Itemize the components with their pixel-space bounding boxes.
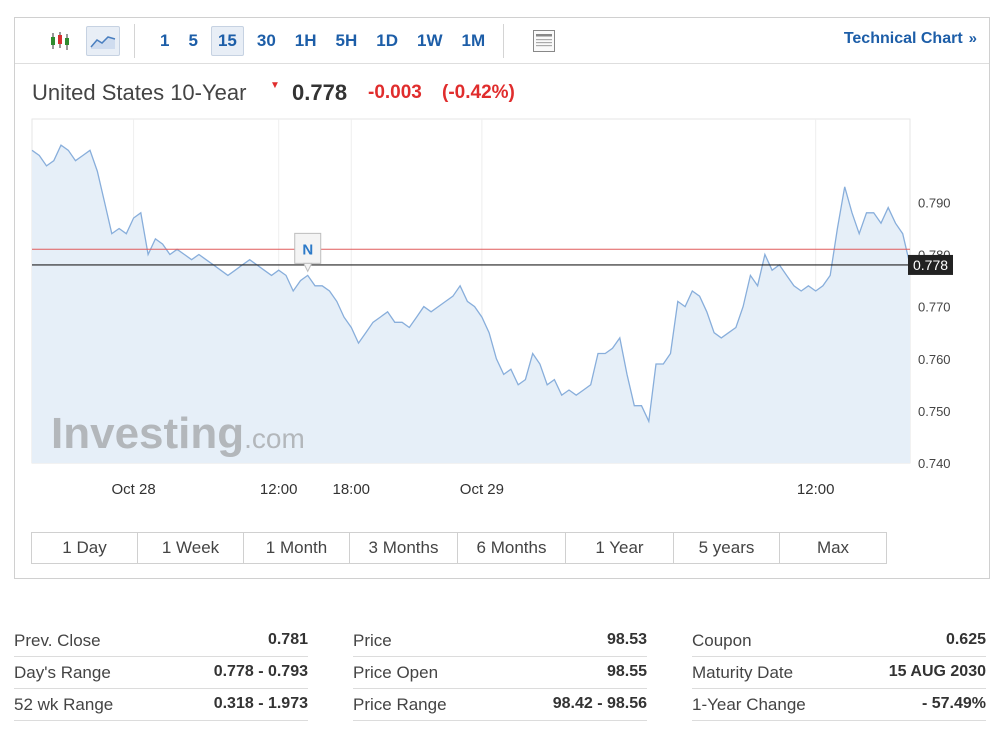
range-tab-1-day[interactable]: 1 Day bbox=[32, 533, 138, 563]
stat-label: 52 wk Range bbox=[14, 695, 114, 714]
y-axis-label: 0.790 bbox=[918, 195, 951, 210]
stat-label: Price bbox=[353, 631, 392, 650]
range-tab-6-months[interactable]: 6 Months bbox=[458, 533, 566, 563]
stat-label: Prev. Close bbox=[14, 631, 101, 650]
x-axis-label: Oct 29 bbox=[460, 481, 504, 498]
stat-row: Day's Range 0.778 - 0.793 bbox=[14, 657, 308, 689]
stat-row: Price Open 98.55 bbox=[353, 657, 647, 689]
stat-row: Coupon 0.625 bbox=[692, 625, 986, 657]
stats-column: Prev. Close 0.781 Day's Range 0.778 - 0.793… bbox=[14, 625, 308, 721]
price-chart[interactable]: Investing.com0.7900.7800.7700.7600.7500.… bbox=[15, 18, 989, 518]
range-tab-5-years[interactable]: 5 years bbox=[674, 533, 780, 563]
stat-label: 1-Year Change bbox=[692, 695, 806, 714]
stat-value: 0.318 - 1.973 bbox=[213, 695, 308, 712]
range-tab-1-week[interactable]: 1 Week bbox=[138, 533, 244, 563]
y-axis-label: 0.740 bbox=[918, 456, 951, 471]
stat-value: 0.625 bbox=[945, 631, 986, 648]
stat-row: Price Range 98.42 - 98.56 bbox=[353, 689, 647, 721]
time-range-tabs: 1 Day 1 Week 1 Month 3 Months 6 Months 1 Year… bbox=[31, 532, 887, 564]
stat-label: Price Open bbox=[353, 663, 439, 682]
stat-label: Day's Range bbox=[14, 663, 111, 682]
stat-value: 98.53 bbox=[606, 631, 647, 648]
range-tab-max[interactable]: Max bbox=[780, 533, 886, 563]
stat-label: Coupon bbox=[692, 631, 752, 650]
stats-column: Coupon 0.625 Maturity Date 15 AUG 2030 1-Yea… bbox=[692, 625, 986, 721]
stat-row: Maturity Date 15 AUG 2030 bbox=[692, 657, 986, 689]
x-axis-label: 12:00 bbox=[797, 481, 835, 498]
stat-row: 1-Year Change - 57.49% bbox=[692, 689, 986, 721]
stat-value: 15 AUG 2030 bbox=[888, 663, 986, 680]
x-axis-label: 18:00 bbox=[332, 481, 370, 498]
stat-value: 0.781 bbox=[267, 631, 308, 648]
range-tab-3-months[interactable]: 3 Months bbox=[350, 533, 458, 563]
x-axis-label: 12:00 bbox=[260, 481, 298, 498]
y-axis-label: 0.770 bbox=[918, 300, 951, 315]
stat-row: Price 98.53 bbox=[353, 625, 647, 657]
news-marker-label: N bbox=[302, 241, 313, 258]
range-tab-1-month[interactable]: 1 Month bbox=[244, 533, 350, 563]
stat-row: Prev. Close 0.781 bbox=[14, 625, 308, 657]
stat-value: 98.42 - 98.56 bbox=[552, 695, 647, 712]
current-price-tag-label: 0.778 bbox=[913, 257, 948, 273]
y-axis-label: 0.760 bbox=[918, 352, 951, 367]
stat-value: 0.778 - 0.793 bbox=[213, 663, 308, 680]
y-axis-label: 0.750 bbox=[918, 404, 951, 419]
stat-value: 98.55 bbox=[606, 663, 647, 680]
range-tab-1-year[interactable]: 1 Year bbox=[566, 533, 674, 563]
stat-value: - 57.49% bbox=[921, 695, 986, 712]
stat-label: Maturity Date bbox=[692, 663, 794, 682]
stat-row: 52 wk Range 0.318 - 1.973 bbox=[14, 689, 308, 721]
x-axis-label: Oct 28 bbox=[111, 481, 155, 498]
stats-column: Price 98.53 Price Open 98.55 Price Range 98.4… bbox=[353, 625, 647, 721]
chart-widget: 1 5 15 30 1H 5H 1D 1W 1M Technical Chart» United… bbox=[14, 17, 990, 579]
stat-label: Price Range bbox=[353, 695, 447, 714]
